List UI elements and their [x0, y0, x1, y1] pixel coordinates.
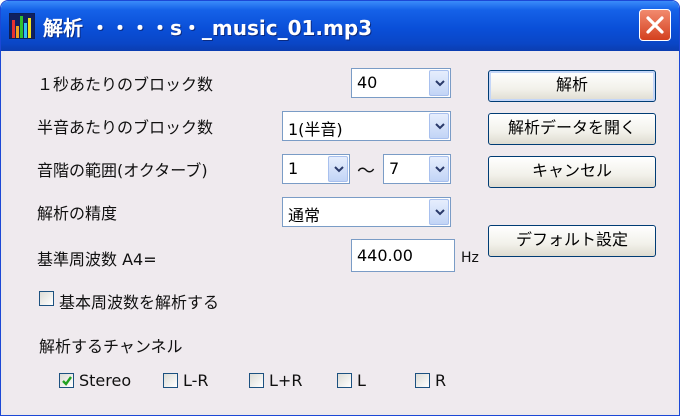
scale-range-to-select[interactable]: 7	[383, 154, 451, 184]
scale-range-label: 音階の範囲(オクターブ)	[37, 161, 208, 180]
blocks-per-second-label: １秒あたりのブロック数	[37, 75, 214, 94]
blocks-per-second-select[interactable]: 40	[351, 68, 451, 98]
base-frequency-label: 基準周波数 A4=	[37, 250, 157, 269]
channel-r-label[interactable]: R	[435, 371, 446, 390]
window-title: 解析 ・・・・s・_music_01.mp3	[43, 12, 372, 41]
chevron-down-icon	[334, 166, 344, 173]
open-analysis-data-button[interactable]: 解析データを開く	[488, 113, 656, 145]
scale-range-from-dropdown-button[interactable]	[328, 156, 348, 182]
precision-dropdown-button[interactable]	[429, 199, 449, 225]
scale-range-to-dropdown-button[interactable]	[429, 156, 449, 182]
blocks-per-second-dropdown-button[interactable]	[429, 70, 449, 96]
precision-value: 通常	[288, 206, 321, 225]
checkbox-box[interactable]	[39, 291, 54, 306]
scale-range-to-value: 7	[389, 159, 400, 178]
base-frequency-unit: Hz	[461, 250, 479, 266]
base-frequency-input[interactable]: 440.00	[351, 239, 455, 272]
precision-select[interactable]: 通常	[282, 197, 451, 227]
checkbox-box[interactable]	[415, 373, 430, 388]
checkbox-box[interactable]	[59, 373, 74, 388]
channel-stereo-label[interactable]: Stereo	[79, 371, 131, 390]
close-button[interactable]	[639, 9, 671, 41]
window-title-file: ・・・・s・_music_01.mp3	[89, 16, 373, 40]
channel-l-minus-r-label[interactable]: L-R	[183, 371, 209, 390]
window-title-prefix: 解析	[43, 16, 83, 40]
scale-range-from-select[interactable]: 1	[282, 154, 350, 184]
title-bar[interactable]: 解析 ・・・・s・_music_01.mp3	[1, 1, 679, 51]
dialog-client-area: １秒あたりのブロック数 40 半音あたりのブロック数 1(半音) 音階の範囲(オ…	[5, 51, 676, 413]
blocks-per-second-value: 40	[357, 73, 378, 92]
chevron-down-icon	[435, 80, 445, 87]
blocks-per-semitone-select[interactable]: 1(半音)	[282, 111, 451, 141]
analyze-button[interactable]: 解析	[488, 70, 656, 102]
scale-range-from-value: 1	[288, 159, 299, 178]
checkmark-icon	[62, 376, 72, 386]
default-settings-button[interactable]: デフォルト設定	[488, 225, 656, 257]
app-icon	[9, 13, 35, 39]
checkbox-box[interactable]	[249, 373, 264, 388]
chevron-down-icon	[435, 123, 445, 130]
chevron-down-icon	[435, 166, 445, 173]
channels-label: 解析するチャンネル	[39, 337, 183, 356]
checkbox-box[interactable]	[337, 373, 352, 388]
blocks-per-semitone-dropdown-button[interactable]	[429, 113, 449, 139]
blocks-per-semitone-value: 1(半音)	[288, 120, 343, 139]
analysis-dialog: 解析 ・・・・s・_music_01.mp3 １秒あたりのブロック数 40 半音…	[0, 0, 680, 416]
cancel-button[interactable]: キャンセル	[488, 156, 656, 188]
base-frequency-value: 440.00	[357, 246, 413, 265]
checkbox-box[interactable]	[163, 373, 178, 388]
chevron-down-icon	[435, 209, 445, 216]
blocks-per-semitone-label: 半音あたりのブロック数	[37, 118, 214, 137]
close-icon	[646, 16, 664, 34]
precision-label: 解析の精度	[37, 204, 118, 223]
analyze-fundamental-label[interactable]: 基本周波数を解析する	[59, 289, 219, 313]
scale-range-separator: ～	[357, 161, 375, 182]
channel-l-label[interactable]: L	[357, 371, 366, 390]
channel-l-plus-r-label[interactable]: L+R	[269, 371, 302, 390]
